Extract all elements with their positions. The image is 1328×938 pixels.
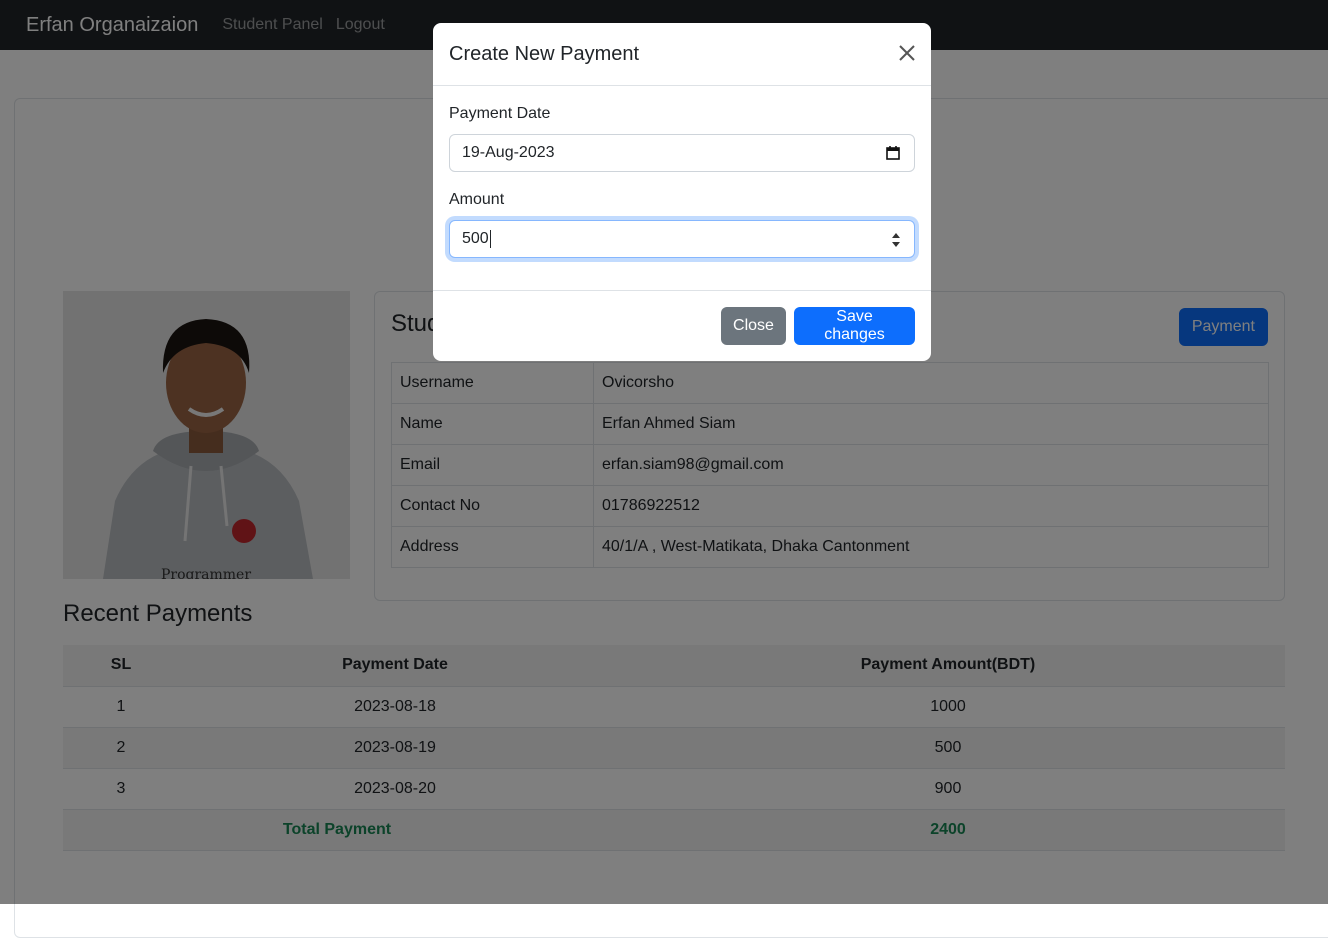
modal-header: Create New Payment	[433, 23, 931, 86]
amount-value: 500	[462, 230, 489, 247]
amount-input[interactable]: 500	[449, 220, 915, 258]
payment-date-input[interactable]: 19-Aug-2023	[449, 134, 915, 172]
save-changes-button[interactable]: Save changes	[794, 307, 915, 345]
text-cursor	[489, 230, 491, 248]
close-icon[interactable]	[897, 43, 917, 63]
close-button[interactable]: Close	[721, 307, 786, 345]
modal-footer: Close Save changes	[433, 291, 931, 361]
modal-body: Payment Date 19-Aug-2023 Amount 500	[433, 86, 931, 291]
payment-date-value: 19-Aug-2023	[462, 144, 555, 161]
create-payment-modal: Create New Payment Payment Date 19-Aug-2…	[433, 23, 931, 361]
payment-date-label: Payment Date	[449, 105, 551, 122]
calendar-icon[interactable]	[886, 146, 900, 165]
stepper-icon[interactable]	[890, 230, 902, 250]
amount-label: Amount	[449, 191, 505, 208]
modal-title: Create New Payment	[449, 43, 640, 65]
